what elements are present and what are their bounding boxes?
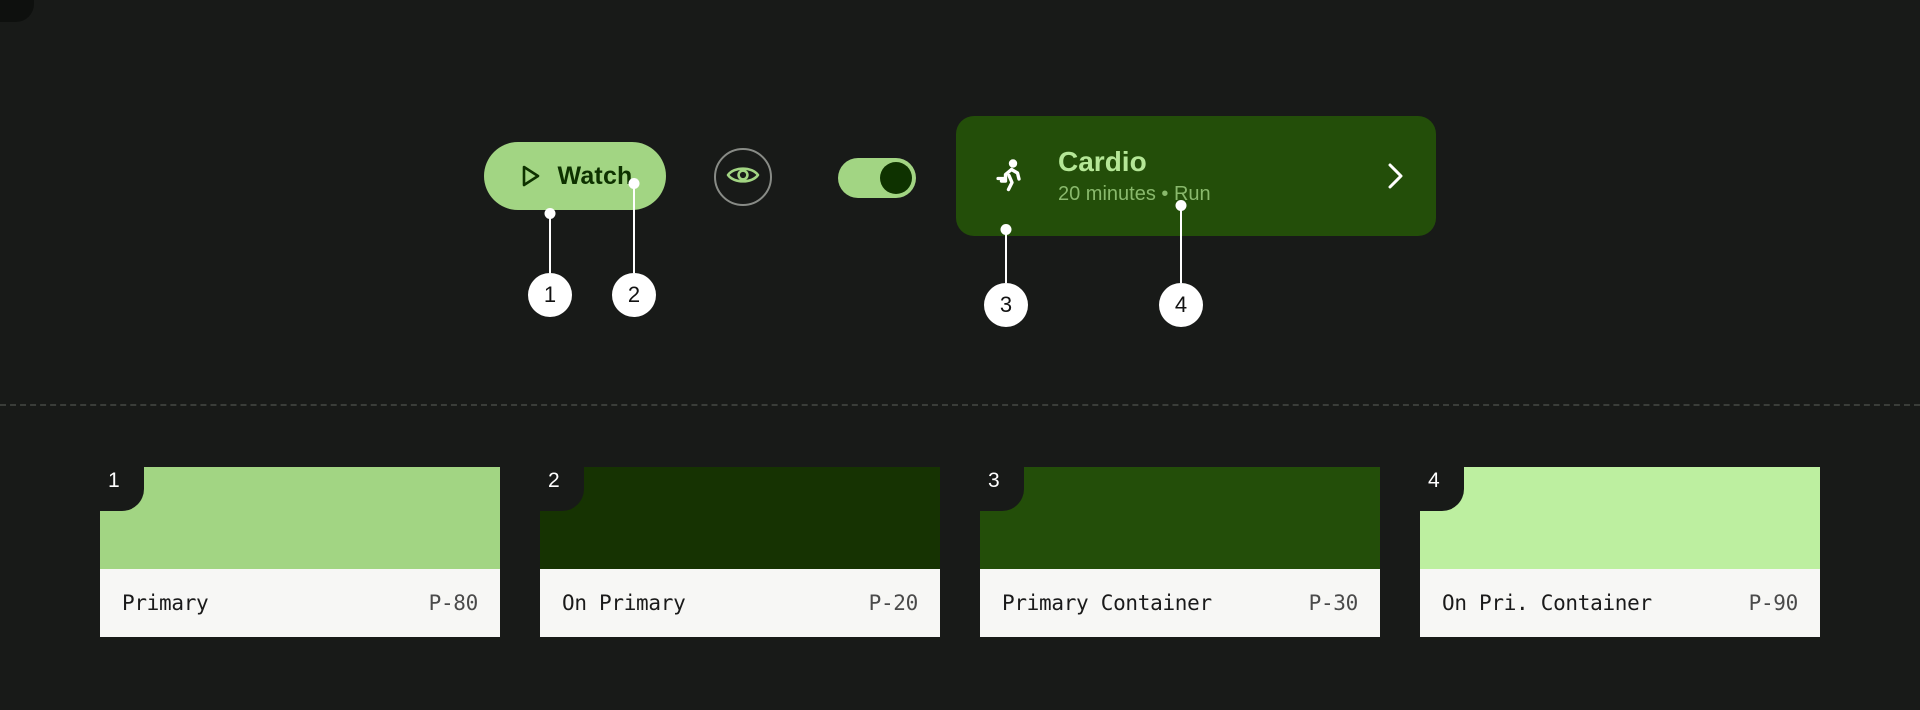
swatch-color-area	[1420, 467, 1820, 569]
cardio-card-title: Cardio	[1058, 145, 1147, 177]
swatch-footer: Primary P-80	[100, 569, 500, 637]
callout-3: 3	[984, 224, 1028, 327]
swatch-role-name: On Primary	[562, 591, 686, 615]
callout-4-badge[interactable]: 4	[1159, 283, 1203, 327]
chevron-right-icon	[1380, 161, 1410, 191]
swatch-token: P-20	[868, 591, 919, 615]
primary-toggle-switch[interactable]	[838, 158, 916, 198]
swatch-footer: On Pri. Container P-90	[1420, 569, 1820, 637]
swatch-number-badge: 4	[1420, 467, 1464, 511]
swatch-number-badge: 2	[540, 467, 584, 511]
color-swatch-card[interactable]: 1 Primary P-80	[100, 467, 500, 637]
toggle-knob	[880, 162, 912, 194]
swatch-token: P-30	[1308, 591, 1359, 615]
swatch-token: P-90	[1748, 591, 1799, 615]
color-swatch-card[interactable]: 3 Primary Container P-30	[980, 467, 1380, 637]
swatch-role-name: Primary	[122, 591, 209, 615]
eye-icon	[726, 163, 760, 192]
visibility-icon-button[interactable]	[714, 148, 772, 206]
swatch-role-name: On Pri. Container	[1442, 591, 1652, 615]
swatch-color-area	[540, 467, 940, 569]
callout-3-badge[interactable]: 3	[984, 283, 1028, 327]
cardio-card-subtitle: 20 minutes • Run	[1058, 183, 1211, 206]
swatch-number-badge: 1	[100, 467, 144, 511]
swatch-number-badge: 3	[980, 467, 1024, 511]
running-person-icon	[988, 154, 1032, 198]
swatch-color-area	[980, 467, 1380, 569]
swatch-color-area	[100, 467, 500, 569]
play-triangle-icon	[517, 163, 543, 189]
color-swatch-card[interactable]: 4 On Pri. Container P-90	[1420, 467, 1820, 637]
color-swatch-card[interactable]: 2 On Primary P-20	[540, 467, 940, 637]
swatch-footer: Primary Container P-30	[980, 569, 1380, 637]
color-swatch-strip: 1 Primary P-80 2 On Primary P-20 3 Prima…	[0, 404, 1920, 710]
callout-1: 1	[528, 208, 572, 318]
callout-1-badge[interactable]: 1	[528, 273, 572, 317]
callout-4-leader-line	[1180, 205, 1182, 283]
callout-4: 4	[1159, 200, 1203, 327]
callout-2-badge[interactable]: 2	[612, 273, 656, 317]
callout-1-leader-line	[549, 213, 551, 273]
callout-2: 2	[612, 178, 656, 318]
component-showcase: Watch Cardio 20 minutes • Run 1 2 3 4	[0, 0, 1920, 404]
annotation-board: Watch Cardio 20 minutes • Run 1 2 3 4 1 …	[0, 0, 1920, 710]
callout-3-leader-line	[1005, 229, 1007, 283]
cardio-card-texts: Cardio 20 minutes • Run	[1058, 146, 1380, 206]
swatch-footer: On Primary P-20	[540, 569, 940, 637]
callout-2-leader-line	[633, 183, 635, 273]
swatch-token: P-80	[428, 591, 479, 615]
swatch-role-name: Primary Container	[1002, 591, 1212, 615]
